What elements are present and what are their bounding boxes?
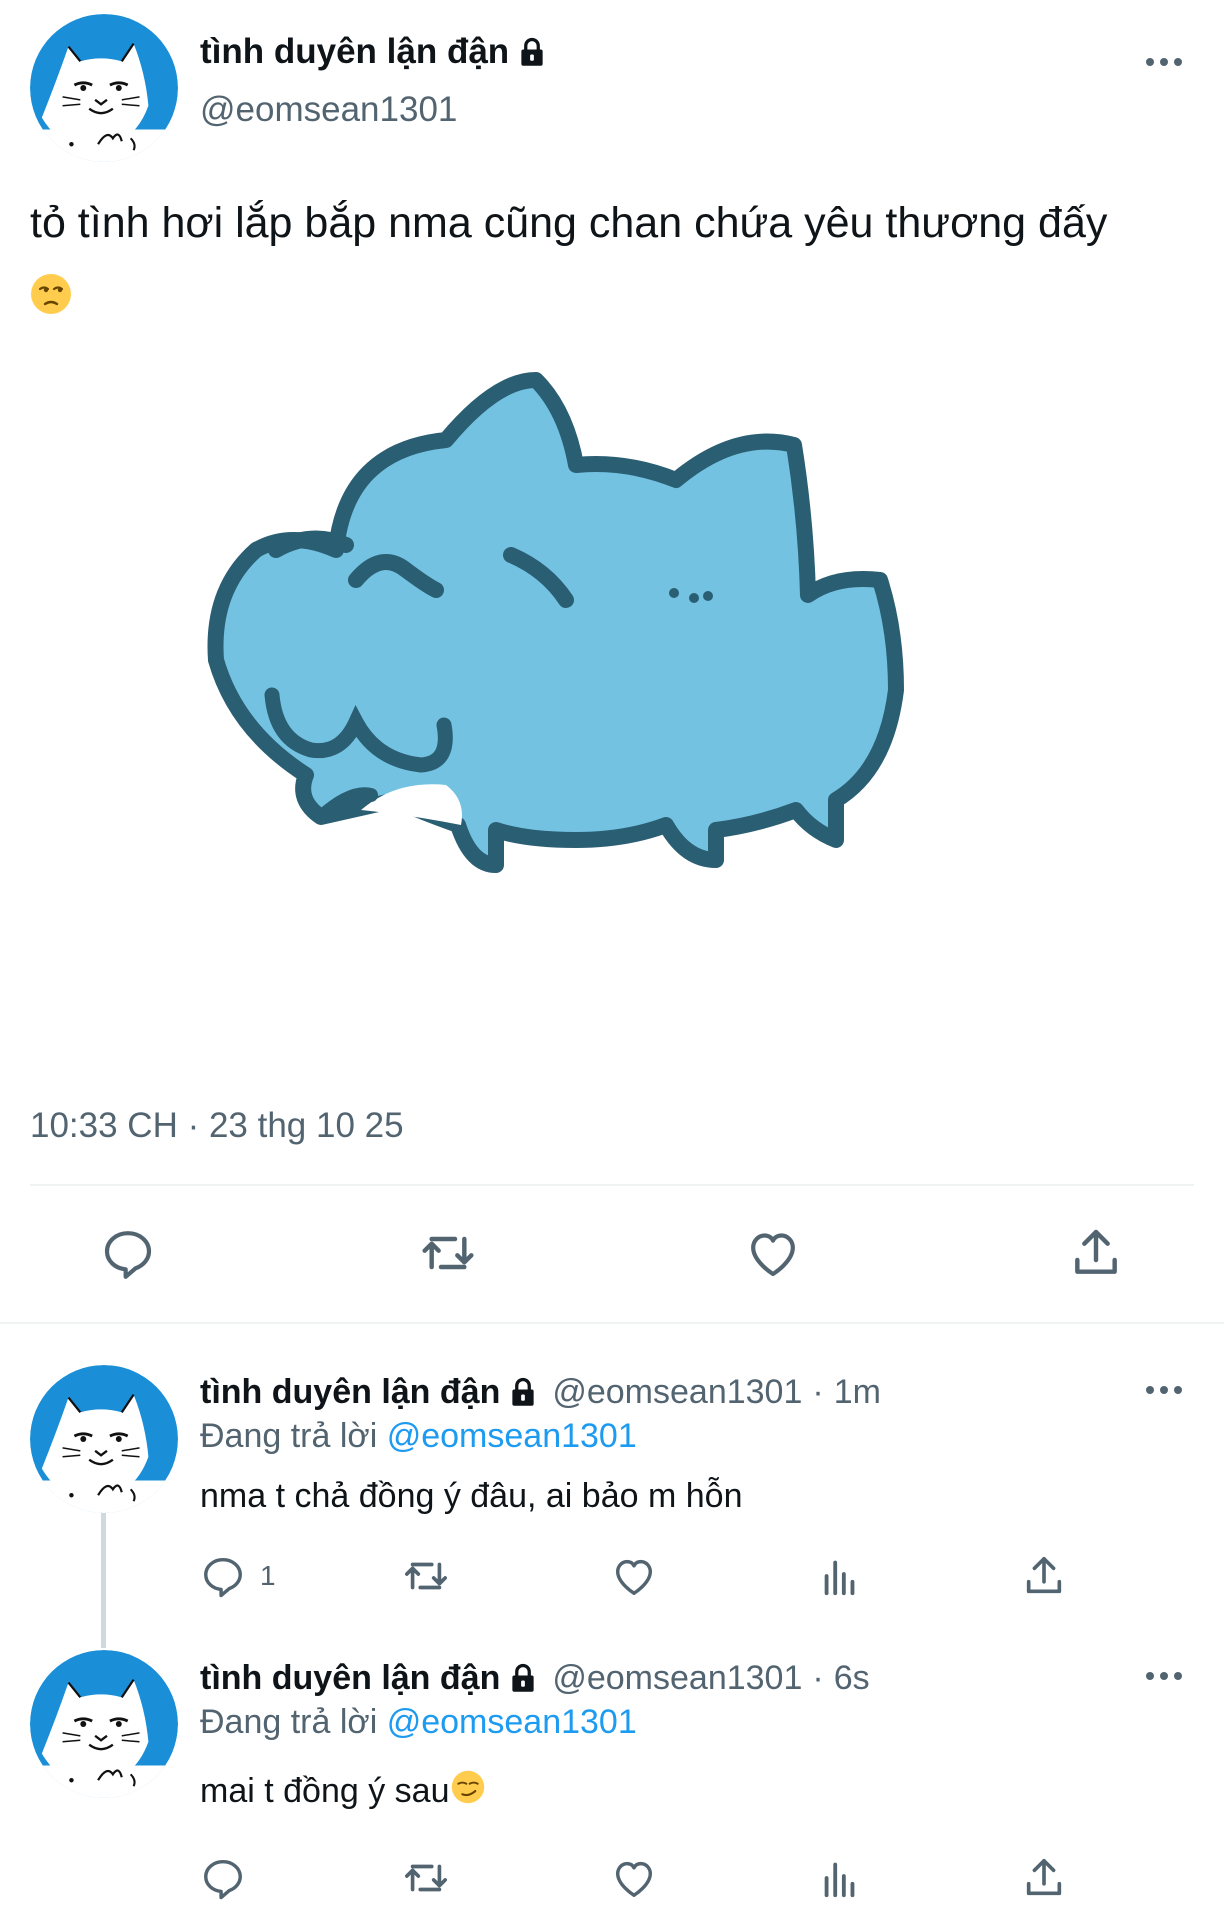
retweet-icon[interactable] [420,1225,476,1281]
thread-line [101,1500,106,1648]
separator: · [812,1658,824,1697]
avatar[interactable] [30,14,178,162]
reply-header: tình duyên lận đận @eomsean1301 · 1m [200,1370,881,1414]
more-icon[interactable] [1142,52,1186,72]
lock-icon [508,1377,538,1407]
share-icon[interactable] [1068,1225,1124,1281]
replying-to: Đang trả lời @eomsean1301 [200,1703,637,1742]
retweet-icon[interactable] [403,1553,449,1599]
share-icon[interactable] [1021,1553,1067,1599]
relative-time[interactable]: 1m [834,1373,881,1412]
replying-to-prefix: Đang trả lời [200,1703,378,1741]
avatar[interactable] [30,1650,178,1798]
blue-cat-sticker-icon [207,372,904,873]
timestamp[interactable]: 10:33 CH · 23 thg 10 25 [30,1106,404,1146]
share-icon[interactable] [1021,1855,1067,1901]
tweet-text: tỏ tình hơi lắp bắp nma cũng chan chứa y… [30,188,1220,336]
replying-to-handle[interactable]: @eomsean1301 [387,1703,637,1741]
replying-to-prefix: Đang trả lời [200,1417,378,1455]
lock-icon [508,1663,538,1693]
more-icon[interactable] [1142,1380,1186,1400]
heart-icon[interactable] [745,1225,801,1281]
reply-text-row: mai t đồng ý sau [200,1770,485,1813]
unamused-face-icon [30,266,1220,336]
reply-icon[interactable] [100,1225,156,1281]
handle[interactable]: @eomsean1301 [200,90,457,130]
more-icon[interactable] [1142,1666,1186,1686]
lock-icon [517,37,547,67]
tweet-text-body: tỏ tình hơi lắp bắp nma cũng chan chứa y… [30,199,1108,247]
reply-icon[interactable] [200,1855,246,1901]
analytics-icon[interactable] [817,1553,863,1599]
heart-icon[interactable] [611,1855,657,1901]
reply-text: nma t chả đồng ý đâu, ai bảo m hỗn [200,1477,743,1515]
reply-count: 1 [260,1560,276,1591]
divider [30,1184,1194,1186]
separator: · [812,1372,824,1411]
replying-to-handle[interactable]: @eomsean1301 [387,1417,637,1455]
relative-time[interactable]: 6s [834,1659,870,1698]
reply-icon[interactable] [200,1553,246,1599]
reply-text: mai t đồng ý sau [200,1772,450,1810]
divider [0,1322,1224,1324]
handle[interactable]: @eomsean1301 [552,1659,802,1698]
retweet-icon[interactable] [403,1855,449,1901]
handle[interactable]: @eomsean1301 [552,1373,802,1412]
avatar[interactable] [30,1365,178,1513]
display-name[interactable]: tình duyên lận đận [200,32,509,72]
author-name-row: tình duyên lận đận [200,30,547,74]
heart-icon[interactable] [611,1553,657,1599]
reply-header: tình duyên lận đận @eomsean1301 · 6s [200,1656,870,1700]
replying-to: Đang trả lời @eomsean1301 [200,1417,637,1456]
display-name[interactable]: tình duyên lận đận [200,1659,500,1698]
smirking-face-icon [451,1770,485,1813]
sticker-image[interactable] [196,370,916,1070]
display-name[interactable]: tình duyên lận đận [200,1373,500,1412]
analytics-icon[interactable] [817,1855,863,1901]
